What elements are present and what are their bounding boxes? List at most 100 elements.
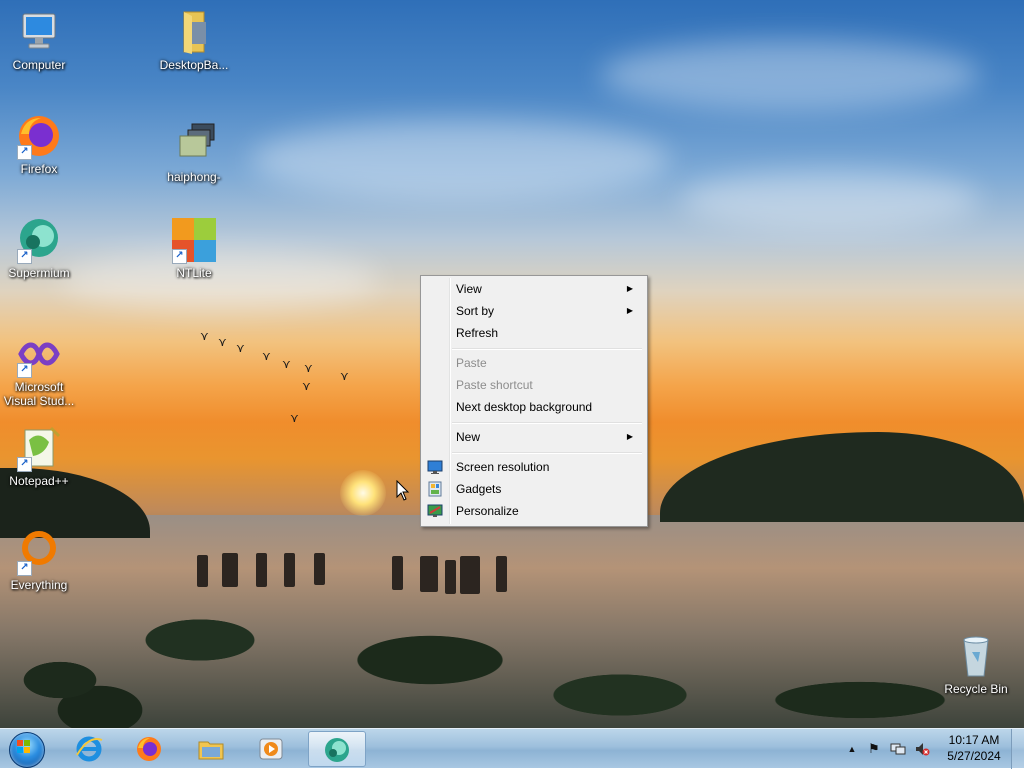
- shortcut-arrow-icon: ↗: [17, 249, 32, 264]
- menu-item-label: View: [456, 282, 482, 296]
- shortcut-arrow-icon: ↗: [17, 363, 32, 378]
- bird: ⋎: [290, 411, 299, 425]
- cloud: [680, 170, 980, 230]
- pier-post: [496, 556, 507, 592]
- show-hidden-icons-button[interactable]: ▲: [844, 741, 860, 757]
- cloud: [600, 40, 980, 110]
- desktop-icon-firefox[interactable]: ↗ Firefox: [1, 112, 77, 176]
- menu-separator: [452, 452, 642, 454]
- windows-logo-icon: [17, 740, 31, 754]
- menu-item-new[interactable]: New ▶: [423, 426, 643, 448]
- media-player-icon: [257, 735, 285, 763]
- system-clock[interactable]: 10:17 AM 5/27/2024: [940, 732, 1008, 764]
- submenu-arrow-icon: ▶: [626, 432, 633, 441]
- menu-separator: [452, 348, 642, 350]
- menu-item-label: New: [456, 430, 481, 444]
- shortcut-arrow-icon: ↗: [172, 249, 187, 264]
- bird: ⋎: [304, 361, 313, 375]
- show-desktop-button[interactable]: [1011, 729, 1024, 769]
- folder-icon: [170, 8, 218, 56]
- taskbar-media-player[interactable]: [244, 731, 298, 767]
- image-stack-icon: [170, 120, 218, 168]
- taskbar-file-explorer[interactable]: [184, 731, 238, 767]
- menu-item-label: Personalize: [456, 504, 519, 518]
- bird: ⋎: [200, 329, 209, 343]
- desktop-icon-desktopbackground-folder[interactable]: DesktopBa...: [156, 8, 232, 72]
- menu-item-refresh[interactable]: Refresh: [423, 322, 643, 344]
- pier-post: [284, 553, 295, 587]
- shortcut-arrow-icon: ↗: [17, 561, 32, 576]
- cloud: [250, 120, 670, 200]
- desktop-icon-everything[interactable]: ↗ Everything: [1, 528, 77, 592]
- desktop-icon-haiphong[interactable]: haiphong-: [156, 120, 232, 184]
- bird: ⋎: [340, 369, 349, 383]
- bird: ⋎: [218, 335, 227, 349]
- supermium-icon: [323, 736, 351, 764]
- desktop-icon-computer[interactable]: Computer: [1, 8, 77, 72]
- monitor-icon: [427, 459, 443, 475]
- pier-post: [420, 556, 438, 592]
- pier-post: [445, 560, 456, 594]
- taskbar-supermium[interactable]: [308, 731, 366, 767]
- menu-item-screen-resolution[interactable]: Screen resolution: [423, 456, 643, 478]
- mouse-cursor-icon: [396, 480, 410, 501]
- desktop-background[interactable]: ⋎ ⋎ ⋎ ⋎ ⋎ ⋎ ⋎ ⋎ ⋎ Computer ↗ Firefox ↗ S…: [0, 0, 1024, 728]
- firefox-icon: [135, 735, 163, 763]
- desktop-context-menu: View ▶ Sort by ▶ Refresh Paste Paste sho…: [420, 275, 648, 527]
- taskbar: ▲ ⚑ 10:17 AM 5/27/2024: [0, 728, 1024, 769]
- bird: ⋎: [236, 341, 245, 355]
- pier-post: [392, 556, 403, 590]
- personalize-icon: [427, 503, 443, 519]
- desktop-icon-label: Notepad++: [9, 474, 69, 488]
- desktop-icon-label: Computer: [12, 58, 66, 72]
- shortcut-arrow-icon: ↗: [17, 457, 32, 472]
- shortcut-arrow-icon: ↗: [17, 145, 32, 160]
- volume-muted-icon[interactable]: [914, 741, 930, 757]
- internet-explorer-icon: [75, 735, 103, 763]
- clock-date: 5/27/2024: [947, 749, 1001, 763]
- menu-item-label: Screen resolution: [456, 460, 550, 474]
- menu-item-paste-shortcut[interactable]: Paste shortcut: [423, 374, 643, 396]
- pier-post: [197, 555, 208, 587]
- menu-item-view[interactable]: View ▶: [423, 278, 643, 300]
- ntlite-icon: ↗: [170, 216, 218, 264]
- desktop-icon-label: Firefox: [20, 162, 58, 176]
- menu-item-sort-by[interactable]: Sort by ▶: [423, 300, 643, 322]
- menu-item-gadgets[interactable]: Gadgets: [423, 478, 643, 500]
- desktop-icon-label: Recycle Bin: [944, 682, 1008, 696]
- taskbar-internet-explorer[interactable]: [62, 731, 116, 767]
- desktop-icon-ntlite[interactable]: ↗ NTLite: [156, 216, 232, 280]
- menu-item-label: Paste: [456, 356, 487, 370]
- pier-post: [256, 553, 267, 587]
- pier-post: [314, 553, 325, 585]
- menu-separator: [452, 422, 642, 424]
- desktop-icon-supermium[interactable]: ↗ Supermium: [1, 216, 77, 280]
- taskbar-firefox[interactable]: [122, 731, 176, 767]
- sun: [340, 470, 386, 516]
- menu-item-label: Refresh: [456, 326, 499, 340]
- menu-item-label: Next desktop background: [456, 400, 593, 414]
- start-button[interactable]: [6, 730, 46, 768]
- firefox-icon: ↗: [15, 112, 63, 160]
- recycle-bin-icon: [952, 632, 1000, 680]
- pier-post: [222, 553, 238, 587]
- menu-item-personalize[interactable]: Personalize: [423, 500, 643, 522]
- menu-item-next-desktop-background[interactable]: Next desktop background: [423, 396, 643, 418]
- bird: ⋎: [282, 357, 291, 371]
- desktop-icon-recycle-bin[interactable]: Recycle Bin: [936, 632, 1016, 696]
- desktop-icon-label: NTLite: [176, 266, 212, 280]
- file-explorer-icon: [197, 735, 225, 763]
- menu-item-label: Sort by: [456, 304, 495, 318]
- clock-time: 10:17 AM: [948, 733, 1000, 747]
- desktop-icon-visual-studio[interactable]: ↗ Microsoft Visual Stud...: [1, 330, 77, 408]
- computer-icon: [15, 8, 63, 56]
- menu-item-label: Gadgets: [456, 482, 502, 496]
- desktop-icon-label: DesktopBa...: [159, 58, 229, 72]
- action-center-flag-icon[interactable]: ⚑: [866, 741, 882, 757]
- menu-item-paste[interactable]: Paste: [423, 352, 643, 374]
- supermium-icon: ↗: [15, 216, 63, 264]
- network-icon[interactable]: [890, 741, 906, 757]
- desktop-icon-notepad-plus-plus[interactable]: ↗ Notepad++: [1, 424, 77, 488]
- bird: ⋎: [262, 349, 271, 363]
- gadgets-icon: [427, 481, 443, 497]
